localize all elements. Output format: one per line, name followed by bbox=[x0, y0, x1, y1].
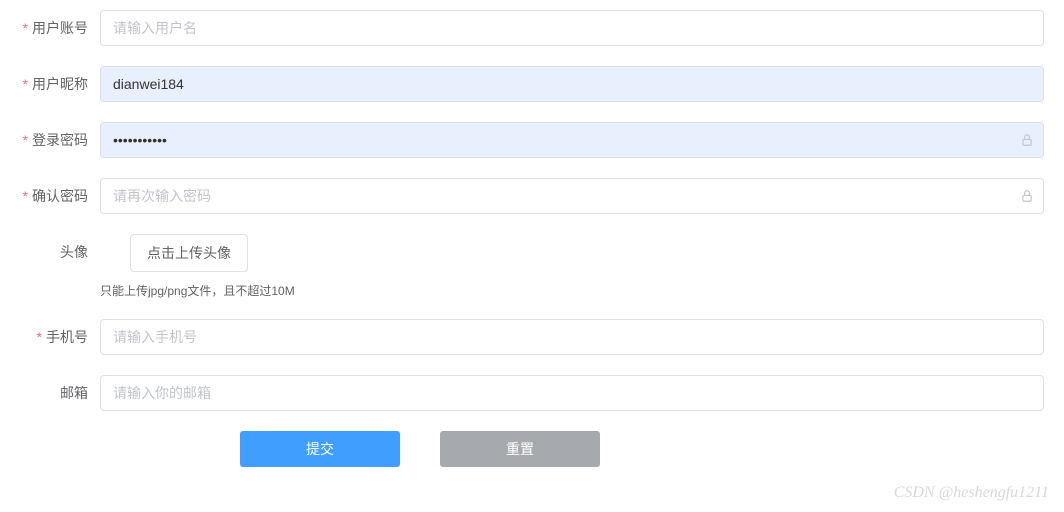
username-input[interactable] bbox=[100, 10, 1044, 46]
user-form: 用户账号 用户昵称 登录密码 确认密码 bbox=[20, 10, 1044, 467]
upload-avatar-button[interactable]: 点击上传头像 bbox=[130, 234, 248, 272]
field-email: 邮箱 bbox=[20, 375, 1044, 411]
action-buttons: 提交 重置 bbox=[240, 431, 1044, 467]
reset-button[interactable]: 重置 bbox=[440, 431, 600, 467]
username-label: 用户账号 bbox=[20, 10, 100, 46]
email-label: 邮箱 bbox=[20, 375, 100, 411]
submit-button[interactable]: 提交 bbox=[240, 431, 400, 467]
field-phone: 手机号 bbox=[20, 319, 1044, 355]
avatar-label: 头像 bbox=[20, 234, 100, 270]
field-nickname: 用户昵称 bbox=[20, 66, 1044, 102]
field-username: 用户账号 bbox=[20, 10, 1044, 46]
avatar-hint: 只能上传jpg/png文件，且不超过10M bbox=[100, 282, 1044, 299]
nickname-input[interactable] bbox=[100, 66, 1044, 102]
field-avatar: 头像 点击上传头像 只能上传jpg/png文件，且不超过10M bbox=[20, 234, 1044, 299]
password-label: 登录密码 bbox=[20, 122, 100, 158]
field-password: 登录密码 bbox=[20, 122, 1044, 158]
email-input[interactable] bbox=[100, 375, 1044, 411]
watermark: CSDN @heshengfu1211 bbox=[894, 484, 1049, 502]
phone-input[interactable] bbox=[100, 319, 1044, 355]
password-input[interactable] bbox=[100, 122, 1044, 158]
phone-label: 手机号 bbox=[20, 319, 100, 355]
confirm-password-input[interactable] bbox=[100, 178, 1044, 214]
confirm-password-label: 确认密码 bbox=[20, 178, 100, 214]
field-confirm-password: 确认密码 bbox=[20, 178, 1044, 214]
nickname-label: 用户昵称 bbox=[20, 66, 100, 102]
